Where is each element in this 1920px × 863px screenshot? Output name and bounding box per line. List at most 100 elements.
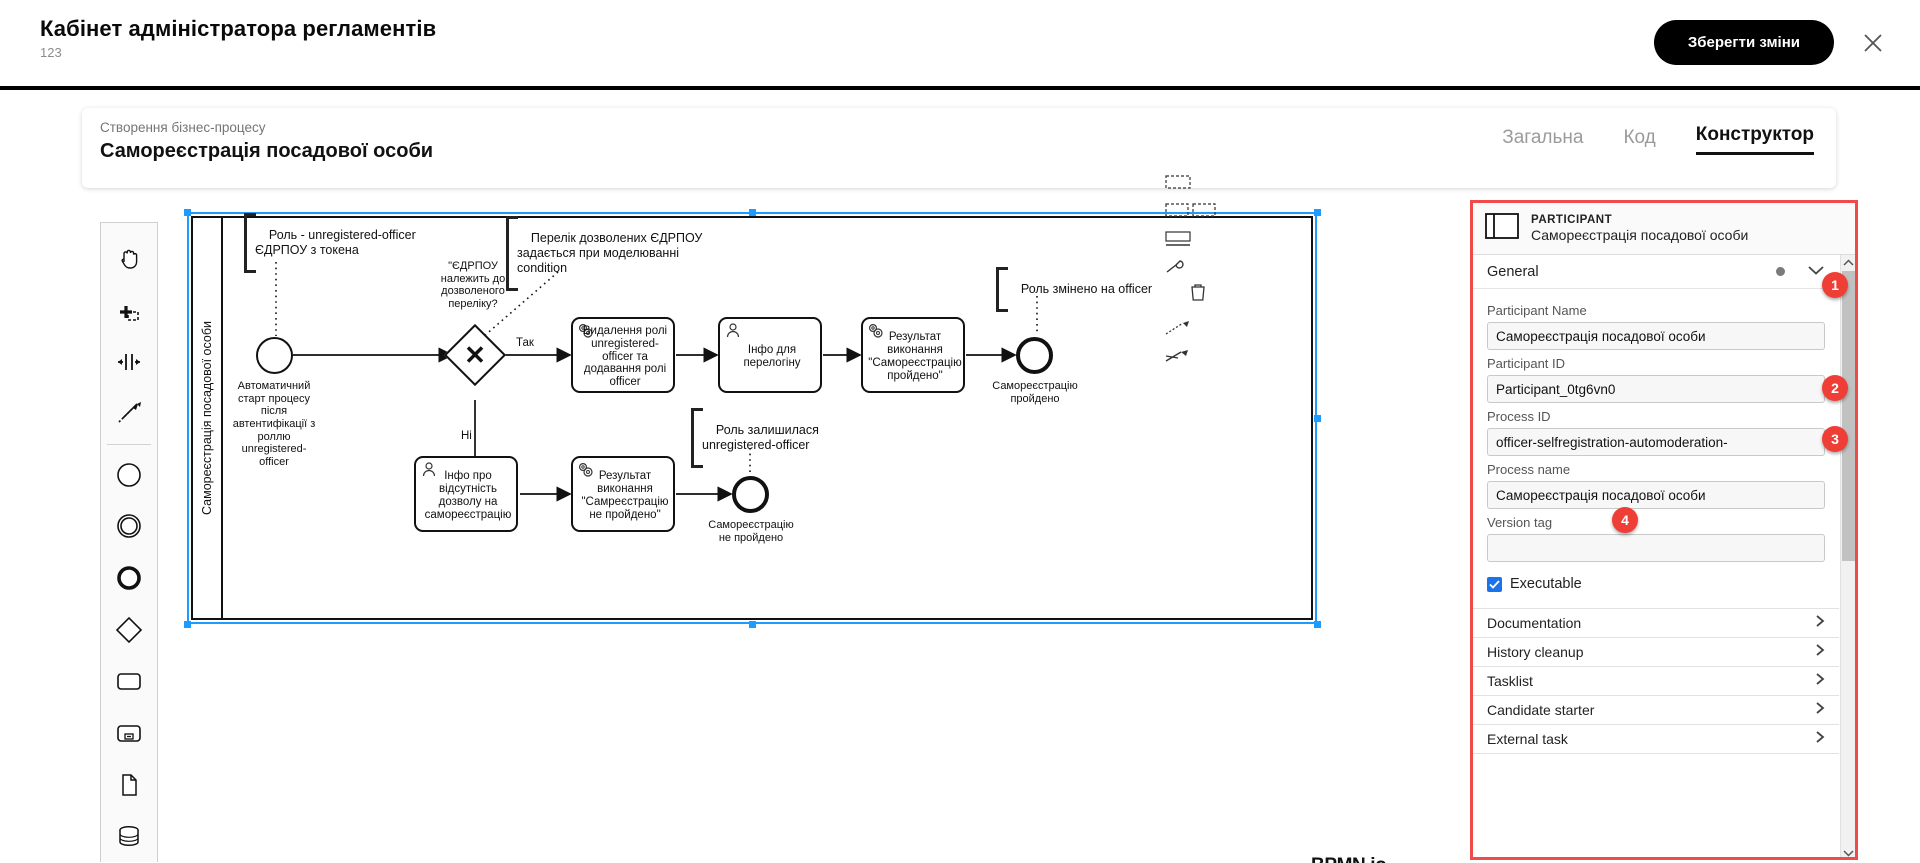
user-task-node[interactable]: Інфо для перелогіну xyxy=(718,317,822,393)
task-icon[interactable] xyxy=(106,655,152,707)
user-task-node[interactable]: Інфо про відсутність дозволу на самореєс… xyxy=(414,456,518,532)
subprocess-icon[interactable] xyxy=(106,707,152,759)
process-id-input[interactable] xyxy=(1487,428,1825,456)
text-annotation[interactable]: Роль - unregistered-officer ЄДРПОУ з ток… xyxy=(244,213,416,273)
chevron-right-icon xyxy=(1815,701,1825,720)
app-title: Кабінет адміністратора регламентів xyxy=(40,16,437,41)
text-annotation[interactable]: Перелік дозволених ЄДРПОУ задається при … xyxy=(506,216,702,291)
field-label-version-tag: Version tag xyxy=(1487,515,1553,530)
step-badge-4: 4 xyxy=(1612,507,1638,533)
chevron-right-icon xyxy=(1815,730,1825,749)
annotation-text: Перелік дозволених ЄДРПОУ задається при … xyxy=(517,231,703,275)
resize-handle[interactable] xyxy=(1314,621,1321,628)
general-fields: Participant Name Participant ID Process … xyxy=(1473,289,1839,608)
accordion-label: External task xyxy=(1487,731,1568,747)
accordion-label: History cleanup xyxy=(1487,644,1584,660)
resize-handle[interactable] xyxy=(1314,209,1321,216)
task-shape: Інфо для перелогіну xyxy=(718,317,822,393)
resize-handle[interactable] xyxy=(1314,415,1321,422)
trash-icon[interactable] xyxy=(1189,282,1207,307)
chevron-right-icon xyxy=(1815,672,1825,691)
wrench-icon[interactable] xyxy=(1165,259,1187,282)
start-event-shape xyxy=(256,337,293,374)
process-name-input[interactable] xyxy=(1487,481,1825,509)
text-annotation[interactable]: Роль змінено на officer xyxy=(996,267,1152,312)
align-elements-icon[interactable] xyxy=(1165,175,1215,196)
bpmn-palette xyxy=(100,222,158,862)
accordion-history-cleanup[interactable]: History cleanup xyxy=(1473,637,1839,666)
bpmn-canvas[interactable]: Самореєстрація посадової особи Роль - un… xyxy=(168,200,1458,863)
append-icon[interactable] xyxy=(1165,348,1215,369)
executable-checkbox-row[interactable]: Executable xyxy=(1487,576,1825,592)
start-event-node[interactable] xyxy=(256,337,293,374)
flow-label-no: Ні xyxy=(461,430,472,442)
end-event-shape xyxy=(732,476,769,513)
scroll-down-icon[interactable] xyxy=(1842,845,1855,857)
service-task-node[interactable]: Результат виконання "Самреєстрацію не пр… xyxy=(571,456,675,532)
annotation-text: Роль змінено на officer xyxy=(1020,282,1153,296)
close-icon[interactable] xyxy=(1856,26,1890,60)
accordion-tasklist[interactable]: Tasklist xyxy=(1473,666,1839,695)
resize-handle[interactable] xyxy=(749,209,756,216)
end-event-label: Самореєстрацію не пройдено xyxy=(708,519,794,544)
start-event-icon[interactable] xyxy=(106,449,152,501)
bpmnio-watermark[interactable]: BPMN.io xyxy=(1311,855,1387,863)
accordion-external-task[interactable]: External task xyxy=(1473,724,1839,753)
task-shape: Інфо про відсутність дозволу на самореєс… xyxy=(414,456,518,532)
accordion-candidate-starter[interactable]: Candidate starter xyxy=(1473,695,1839,724)
save-changes-button[interactable]: Зберегти зміни xyxy=(1653,20,1834,65)
accordion-label: Candidate starter xyxy=(1487,702,1595,718)
distribute-elements-icon[interactable] xyxy=(1165,203,1216,224)
tab-general[interactable]: Загальна xyxy=(1502,127,1583,155)
service-task-node[interactable]: Видалення ролі unregistered-officer та д… xyxy=(571,317,675,393)
text-annotation[interactable]: Роль залишилася unregistered-officer xyxy=(691,408,819,468)
group-status-dot-icon xyxy=(1776,267,1785,276)
chevron-down-icon[interactable] xyxy=(1807,263,1825,281)
tab-constructor[interactable]: Конструктор xyxy=(1695,124,1814,155)
data-store-icon[interactable] xyxy=(106,810,152,862)
task-label: Видалення ролі unregistered-officer та д… xyxy=(582,324,668,389)
scrollbar-thumb[interactable] xyxy=(1842,271,1855,561)
service-task-node[interactable]: Результат виконання "Самореєстрацію прой… xyxy=(861,317,965,393)
group-header-general[interactable]: General xyxy=(1473,255,1839,289)
task-shape: Результат виконання "Самреєстрацію не пр… xyxy=(571,456,675,532)
task-label: Результат виконання "Самореєстрацію прой… xyxy=(868,331,962,382)
accordion-partial[interactable] xyxy=(1473,753,1839,782)
participant-id-input[interactable] xyxy=(1487,375,1825,403)
top-bar-actions: Зберегти зміни xyxy=(1653,20,1890,65)
scroll-up-icon[interactable] xyxy=(1841,255,1855,270)
space-tool-icon[interactable] xyxy=(106,336,152,388)
resize-handle[interactable] xyxy=(749,621,756,628)
resize-handle[interactable] xyxy=(184,209,191,216)
pool-lane-label: Самореєстрація посадової особи xyxy=(200,320,214,515)
palette-separator xyxy=(107,443,151,445)
field-label-process-name: Process name xyxy=(1487,462,1571,477)
intermediate-event-icon[interactable] xyxy=(106,500,152,552)
properties-scrollbar[interactable] xyxy=(1840,255,1855,857)
task-shape: Видалення ролі unregistered-officer та д… xyxy=(571,317,675,393)
lasso-tool-icon[interactable] xyxy=(106,285,152,337)
gateway-icon[interactable] xyxy=(106,604,152,656)
group-header-controls xyxy=(1776,263,1825,281)
end-event-label: Самореєстрацію пройдено xyxy=(992,380,1078,405)
element-type: PARTICIPANT xyxy=(1531,213,1613,226)
executable-checkbox[interactable] xyxy=(1487,576,1502,592)
align-bottom-icon[interactable] xyxy=(1165,231,1215,252)
tab-code[interactable]: Код xyxy=(1623,127,1655,155)
group-title: General xyxy=(1487,263,1539,280)
hand-tool-icon[interactable] xyxy=(106,233,152,285)
participant-name-input[interactable] xyxy=(1487,322,1825,350)
end-event-node[interactable] xyxy=(732,476,769,513)
tab-bar: Загальна Код Конструктор xyxy=(1502,124,1814,155)
properties-panel-header: PARTICIPANT Самореєстрація посадової осо… xyxy=(1473,203,1855,255)
page-header-card: Створення бізнес-процесу Самореєстрація … xyxy=(82,108,1836,188)
version-tag-input[interactable] xyxy=(1487,534,1825,562)
global-connect-tool-icon[interactable] xyxy=(106,388,152,440)
connect-icon[interactable] xyxy=(1165,320,1215,341)
data-object-icon[interactable] xyxy=(106,759,152,811)
resize-handle[interactable] xyxy=(184,621,191,628)
end-event-icon[interactable] xyxy=(106,552,152,604)
end-event-node[interactable] xyxy=(1016,337,1053,374)
accordion-documentation[interactable]: Documentation xyxy=(1473,608,1839,637)
exclusive-gateway-node[interactable]: ✕ xyxy=(443,323,507,387)
